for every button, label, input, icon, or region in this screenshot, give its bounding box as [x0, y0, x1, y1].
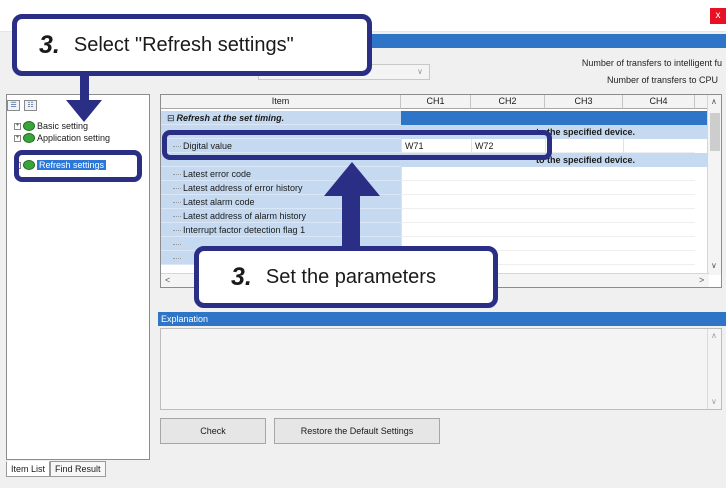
row-label-text: Latest address of error history	[183, 183, 303, 193]
section-title-text: Refresh at the set timing.	[176, 113, 285, 123]
column-header-ch3[interactable]: CH3	[545, 95, 623, 109]
scroll-down-icon[interactable]: ∨	[711, 397, 717, 406]
section-row[interactable]: ⊟ Refresh at the set timing.	[161, 111, 709, 125]
row-values[interactable]	[401, 195, 695, 209]
row-values[interactable]	[401, 181, 695, 195]
check-button[interactable]: Check	[160, 418, 266, 444]
callout-set-parameters: 3. Set the parameters	[194, 246, 498, 308]
callout-text: Select "Refresh settings"	[73, 33, 294, 56]
scroll-up-icon[interactable]: ∧	[711, 97, 717, 106]
ch4-device-field[interactable]	[623, 139, 695, 153]
row-label-text: Interrupt factor detection flag 1	[183, 225, 306, 235]
tree-expand-icon[interactable]: ☰	[7, 100, 20, 111]
tree-item-label: Basic setting	[37, 121, 89, 131]
tree-panel	[6, 94, 150, 460]
explanation-box: ∧ ∨	[160, 328, 722, 410]
collapse-icon[interactable]: ⊟	[167, 113, 175, 123]
scroll-left-icon[interactable]: <	[165, 275, 170, 285]
scroll-up-icon[interactable]: ∧	[711, 331, 717, 340]
restore-defaults-button[interactable]: Restore the Default Settings	[274, 418, 440, 444]
table-row[interactable]: Latest address of error history	[161, 181, 709, 195]
status-bar	[0, 460, 726, 488]
transfer-intelligent-text: Number of transfers to intelligent fu	[581, 58, 722, 68]
row-label: Latest alarm code	[161, 195, 401, 209]
gear-icon	[23, 133, 35, 143]
scroll-down-icon[interactable]: ∨	[711, 261, 717, 270]
tree-item-application-setting[interactable]: + Application setting	[14, 132, 110, 144]
ch3-device-field[interactable]	[545, 139, 623, 153]
arrow-shaft-top	[80, 72, 89, 102]
table-row[interactable]: Latest alarm code	[161, 195, 709, 209]
highlight-digital-value-row	[162, 130, 552, 160]
callout-text: Set the parameters	[265, 265, 436, 288]
arrow-shaft-middle	[342, 194, 360, 250]
row-label-text: Latest alarm code	[183, 197, 255, 207]
step-number: 3.	[39, 30, 60, 59]
highlight-refresh-settings	[14, 150, 142, 182]
column-header-ch2[interactable]: CH2	[471, 95, 545, 109]
row-label-text: Latest address of alarm history	[183, 211, 307, 221]
row-label: Latest address of alarm history	[161, 209, 401, 223]
row-label: Interrupt factor detection flag 1	[161, 223, 401, 237]
arrow-up-icon	[324, 162, 380, 196]
table-row[interactable]: Latest address of alarm history	[161, 209, 709, 223]
arrow-down-icon	[66, 100, 102, 122]
section-title: ⊟ Refresh at the set timing.	[161, 111, 401, 125]
explanation-header: Explanation	[158, 312, 726, 326]
column-header-ch4[interactable]: CH4	[623, 95, 695, 109]
tree-collapse-icon[interactable]: ☷	[24, 100, 37, 111]
callout-select-refresh: 3. Select "Refresh settings"	[12, 14, 372, 76]
row-values[interactable]	[401, 167, 695, 181]
row-values[interactable]	[401, 209, 695, 223]
scroll-thumb[interactable]	[710, 113, 720, 151]
tree-toolbar: ☰ ☷	[7, 100, 37, 114]
tree-item-label: Application setting	[37, 133, 111, 143]
grid-vertical-scrollbar[interactable]: ∧ ∨	[707, 95, 721, 275]
column-header-item[interactable]: Item	[161, 95, 401, 109]
expand-icon[interactable]: +	[14, 122, 21, 130]
scroll-right-icon[interactable]: >	[699, 275, 704, 285]
expand-icon[interactable]: +	[14, 134, 21, 142]
step-number: 3.	[231, 262, 252, 291]
section-band	[401, 111, 709, 125]
close-button[interactable]: x	[710, 8, 726, 24]
column-header-ch1[interactable]: CH1	[401, 95, 471, 109]
row-values[interactable]	[401, 223, 695, 237]
transfer-cpu-text: Number of transfers to CPU	[606, 75, 718, 85]
chevron-down-icon: ∨	[417, 67, 423, 76]
explanation-scrollbar[interactable]: ∧ ∨	[707, 329, 721, 409]
row-label-text: Latest error code	[183, 169, 252, 179]
table-row[interactable]: Interrupt factor detection flag 1	[161, 223, 709, 237]
table-row[interactable]: Latest error code	[161, 167, 709, 181]
gear-icon	[23, 121, 35, 131]
